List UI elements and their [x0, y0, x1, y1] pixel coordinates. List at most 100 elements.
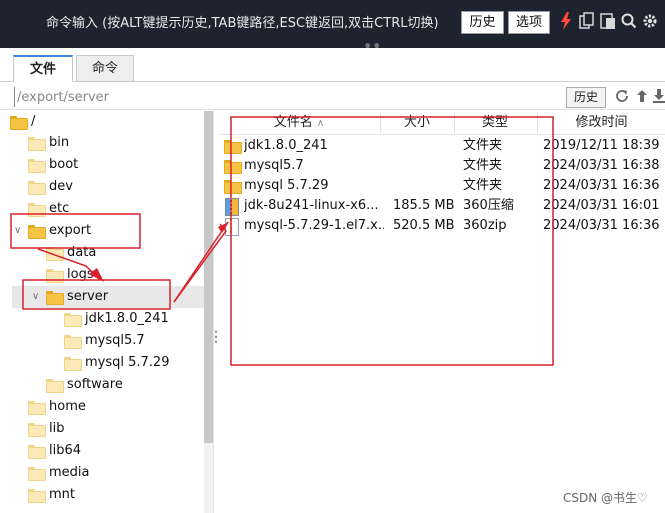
file-type: 文件夹: [463, 178, 503, 193]
tree-item-lib64[interactable]: lib64: [0, 440, 204, 462]
tree-scrollbar-track[interactable]: [204, 443, 213, 513]
file-row[interactable]: jdk1.8.0_241 文件夹 2019/12/11 18:39: [220, 136, 665, 156]
tree-item-label: data: [67, 245, 97, 260]
refresh-icon[interactable]: [614, 88, 630, 106]
tree-item-label: export: [49, 223, 92, 238]
file-row[interactable]: mysql 5.7.29 文件夹 2024/03/31 16:36: [220, 176, 665, 196]
tree-item-lib[interactable]: lib: [0, 418, 204, 440]
chevron-down-icon[interactable]: ∨: [32, 286, 39, 308]
file-modified: 2024/03/31 16:36: [543, 178, 660, 193]
lightning-icon[interactable]: [558, 12, 574, 32]
tree-item-label: lib64: [49, 443, 82, 458]
tree-item-export[interactable]: ∨ export: [0, 220, 204, 242]
tree-item-logs[interactable]: logs: [0, 264, 204, 286]
folder-icon: [46, 379, 64, 393]
tree-item-label: home: [49, 399, 86, 414]
column-header-size[interactable]: 大小: [381, 111, 453, 135]
command-options-button[interactable]: 选项: [508, 11, 550, 34]
chevron-down-icon[interactable]: ∨: [14, 220, 21, 242]
pane-divider[interactable]: [213, 111, 219, 513]
column-header-name[interactable]: 文件名 ∧: [220, 111, 378, 135]
folder-icon: [10, 116, 28, 130]
tree-item-label: software: [67, 377, 123, 392]
tree-item-label: lib: [49, 421, 65, 436]
tree-item-dev[interactable]: dev: [0, 176, 204, 198]
tree-item-mnt[interactable]: mnt: [0, 484, 204, 506]
tree-item-label: bin: [49, 135, 70, 150]
tree-item-label: mysql5.7: [85, 333, 145, 348]
folder-icon: [224, 140, 242, 154]
file-name: jdk-8u241-linux-x6...: [244, 198, 379, 213]
folder-icon: [28, 467, 46, 481]
file-modified: 2024/03/31 16:38: [543, 158, 660, 173]
tree-item-server[interactable]: ∨ server: [12, 286, 204, 308]
folder-icon: [28, 489, 46, 503]
tree-item-jdk[interactable]: jdk1.8.0_241: [0, 308, 204, 330]
tree-item-home[interactable]: home: [0, 396, 204, 418]
folder-icon: [28, 423, 46, 437]
command-input[interactable]: 命令输入 (按ALT键提示历史,TAB键路径,ESC键返回,双击CTRL切换): [46, 12, 439, 31]
folder-icon: [224, 180, 242, 194]
command-bar: 命令输入 (按ALT键提示历史,TAB键路径,ESC键返回,双击CTRL切换) …: [0, 0, 665, 48]
sort-ascending-icon: ∧: [316, 118, 325, 129]
tree-item-bin[interactable]: bin: [0, 132, 204, 154]
tree-item-mysql57[interactable]: mysql5.7: [0, 330, 204, 352]
folder-icon: [28, 445, 46, 459]
paste-icon[interactable]: [600, 12, 616, 32]
tree-item-label: etc: [49, 201, 70, 216]
file-row[interactable]: mysql5.7 文件夹 2024/03/31 16:38: [220, 156, 665, 176]
tree-item-label: jdk1.8.0_241: [85, 311, 169, 326]
tree-item-media[interactable]: media: [0, 462, 204, 484]
tree-item-etc[interactable]: etc: [0, 198, 204, 220]
folder-icon: [28, 159, 46, 173]
path-input[interactable]: [14, 87, 562, 107]
tree-item-software[interactable]: software: [0, 374, 204, 396]
file-name: mysql 5.7.29: [244, 178, 329, 193]
column-header-type[interactable]: 类型: [455, 111, 535, 135]
tree-item-data[interactable]: data: [0, 242, 204, 264]
folder-icon: [64, 335, 82, 349]
file-row[interactable]: jdk-8u241-linux-x6... 185.5 MB 360压缩 202…: [220, 196, 665, 216]
up-icon[interactable]: [634, 88, 650, 106]
download-icon[interactable]: [651, 88, 665, 106]
file-row[interactable]: mysql-5.7.29-1.el7.x... 520.5 MB 360zip …: [220, 216, 665, 236]
tree-item-mysql5729[interactable]: mysql 5.7.29: [0, 352, 204, 374]
folder-icon: [46, 291, 64, 305]
copy-icon[interactable]: [579, 12, 595, 32]
folder-icon: [28, 203, 46, 217]
file-modified: 2024/03/31 16:36: [543, 218, 660, 233]
tree-item-label: dev: [49, 179, 73, 194]
folder-icon: [46, 269, 64, 283]
file-type: 360压缩: [463, 198, 514, 213]
gear-icon[interactable]: [642, 12, 658, 32]
folder-icon: [46, 247, 64, 261]
folder-icon: [64, 357, 82, 371]
search-icon[interactable]: [621, 12, 637, 32]
file-type: 360zip: [463, 218, 507, 233]
tree-item-label: server: [67, 289, 109, 304]
file-modified: 2024/03/31 16:01: [543, 198, 660, 213]
tree-item-label: boot: [49, 157, 79, 172]
tab-commands[interactable]: 命令: [76, 55, 134, 82]
folder-icon: [28, 225, 46, 239]
tree-item-root[interactable]: /: [0, 111, 204, 133]
zip-file-icon: [225, 218, 239, 236]
tree-scrollbar-thumb[interactable]: [204, 111, 213, 443]
file-size: 520.5 MB: [393, 218, 455, 233]
watermark: CSDN @书生♡: [563, 491, 648, 505]
tree-item-label: media: [49, 465, 90, 480]
path-bar: 历史: [0, 84, 665, 110]
file-type: 文件夹: [463, 138, 503, 153]
path-history-button[interactable]: 历史: [566, 87, 606, 108]
file-list: 文件名 ∧ 大小 类型 修改时间 jdk1.8.0_241 文件夹 2019/1…: [220, 111, 665, 513]
pane-divider-handle[interactable]: • • •: [213, 329, 219, 347]
column-header-modified[interactable]: 修改时间: [538, 111, 665, 135]
file-type: 文件夹: [463, 158, 503, 173]
tab-bar: 文件 命令: [0, 48, 665, 83]
file-name: mysql5.7: [244, 158, 304, 173]
command-history-button[interactable]: 历史: [461, 11, 504, 34]
folder-icon: [224, 160, 242, 174]
tree-item-boot[interactable]: boot: [0, 154, 204, 176]
tab-files[interactable]: 文件: [13, 55, 73, 82]
tree-item-label: logs: [67, 267, 94, 282]
